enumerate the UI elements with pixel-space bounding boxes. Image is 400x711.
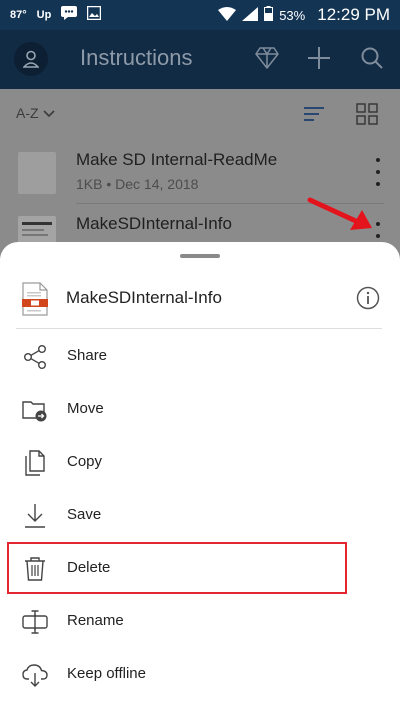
rename-icon: [22, 609, 48, 635]
status-bar: 87° Up 53% 12:29 PM: [0, 0, 400, 30]
share-label: Share: [67, 347, 108, 364]
file-meta: 1KB • Dec 14, 2018: [76, 176, 199, 192]
page-title: Instructions: [80, 45, 193, 70]
info-icon[interactable]: [356, 286, 380, 310]
grid-view-icon[interactable]: [356, 103, 380, 127]
list-item[interactable]: Make SD Internal-ReadMe 1KB • Dec 14, 20…: [0, 142, 400, 204]
signal-icon: [242, 6, 259, 24]
drag-handle[interactable]: [180, 254, 220, 258]
cloud-download-icon: [22, 662, 48, 688]
sort-label: A-Z: [16, 105, 39, 121]
more-options-icon[interactable]: [370, 158, 386, 186]
premium-diamond-icon[interactable]: [253, 44, 281, 72]
sheet-header: MakeSDInternal-Info: [0, 272, 400, 328]
keep-offline-label: Keep offline: [67, 665, 146, 682]
keep-offline-menu-item[interactable]: Keep offline: [0, 648, 400, 701]
add-icon[interactable]: [305, 44, 333, 72]
pdf-file-icon: [22, 282, 48, 316]
copy-icon: [22, 450, 48, 476]
copy-label: Copy: [67, 453, 103, 470]
copy-menu-item[interactable]: Copy: [0, 436, 400, 489]
document-thumbnail: [18, 152, 56, 194]
list-view-icon[interactable]: [303, 103, 327, 127]
share-menu-item[interactable]: Share: [0, 330, 400, 383]
move-menu-item[interactable]: Move: [0, 383, 400, 436]
battery-percent: 53%: [279, 7, 306, 23]
clock: 12:29 PM: [317, 5, 390, 24]
sheet-file-name: MakeSDInternal-Info: [66, 288, 222, 307]
gallery-notification-icon: [87, 5, 102, 23]
search-icon[interactable]: [358, 44, 386, 72]
temperature-indicator: 87°: [10, 8, 27, 21]
save-label: Save: [67, 506, 102, 523]
annotation-arrow-icon: [307, 197, 372, 230]
sort-chevron-icon: [42, 105, 55, 121]
rename-label: Rename: [67, 612, 124, 629]
message-notification-icon: [61, 6, 78, 23]
file-name: Make SD Internal-ReadMe: [76, 150, 278, 169]
carrier-badge: Up: [36, 8, 52, 21]
file-name: MakeSDInternal-Info: [76, 214, 232, 233]
wifi-icon: [218, 6, 237, 24]
save-menu-item[interactable]: Save: [0, 489, 400, 542]
download-icon: [22, 503, 48, 529]
delete-highlight-box: [7, 542, 347, 594]
avatar-icon[interactable]: [14, 42, 48, 76]
move-folder-icon: [22, 397, 48, 423]
rename-menu-item[interactable]: Rename: [0, 595, 400, 648]
move-label: Move: [67, 400, 104, 417]
app-bar: Instructions: [0, 30, 400, 89]
sort-dropdown[interactable]: A-Z: [16, 105, 55, 121]
share-icon: [22, 344, 48, 370]
battery-icon: [264, 6, 274, 24]
actions-bottom-sheet: MakeSDInternal-Info Share Move Copy Save: [0, 242, 400, 711]
sheet-divider: [16, 328, 382, 329]
